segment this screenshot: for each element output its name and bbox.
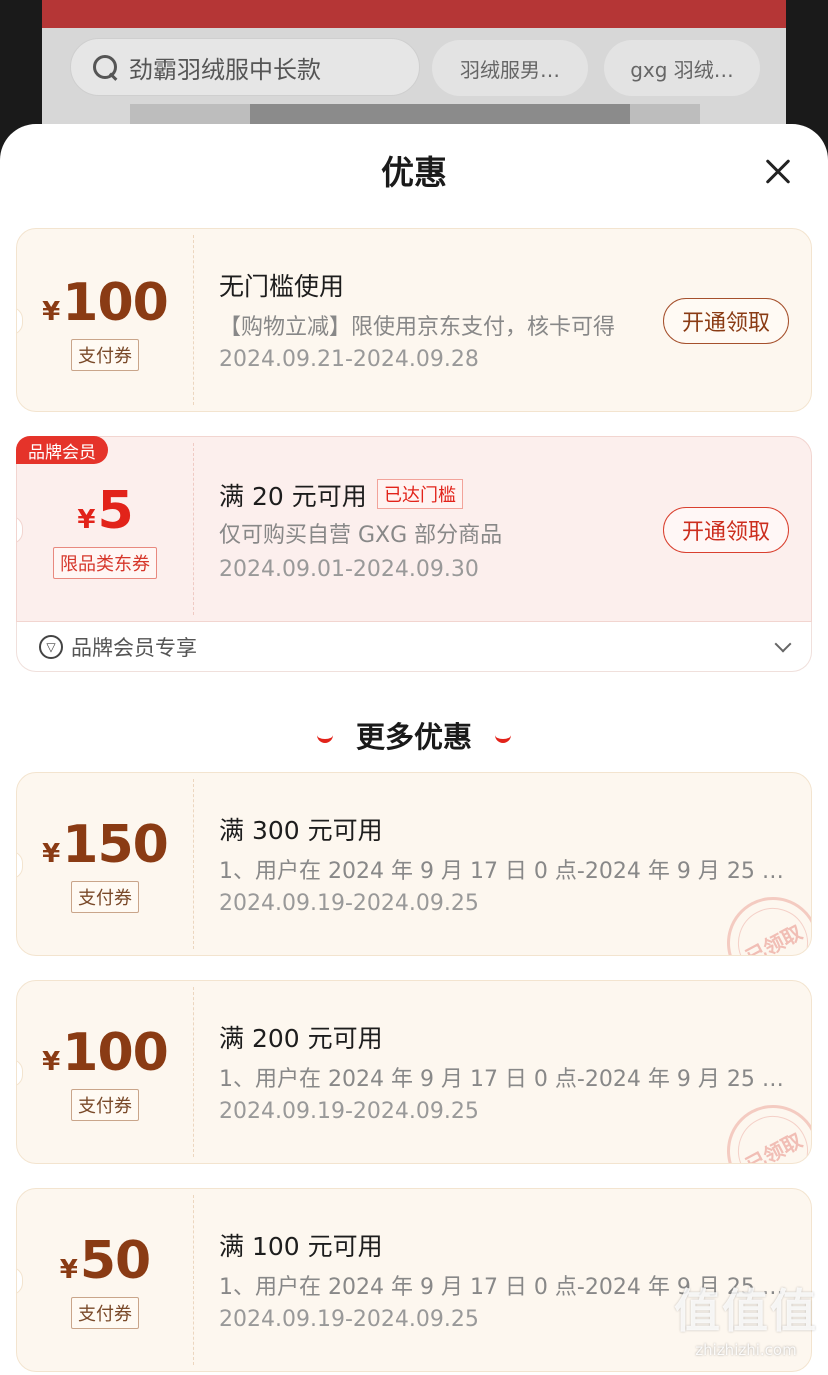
coupon-date: 2024.09.01-2024.09.30 — [219, 557, 479, 582]
smile-decoration-icon — [495, 735, 512, 743]
threshold-reached-badge: 已达门槛 — [377, 479, 463, 509]
coupon-date: 2024.09.19-2024.09.25 — [219, 1099, 479, 1124]
background-header — [42, 0, 786, 28]
coupon-title: 满 20 元可用 — [219, 482, 367, 511]
coupon-type-tag: 支付券 — [17, 339, 193, 371]
coupon-desc: 仅可购买自营 GXG 部分商品 — [219, 523, 503, 548]
coupon-amount: ¥150 — [42, 815, 169, 875]
smile-decoration-icon — [316, 735, 333, 743]
coupon-type-tag: 支付券 — [17, 1089, 193, 1121]
watermark-logo: 值值值 — [674, 1284, 818, 1338]
coupon-date: 2024.09.19-2024.09.25 — [219, 891, 479, 916]
claim-button[interactable]: 开通领取 — [663, 298, 789, 344]
coupon-desc: 【购物立减】限使用京东支付，核卡可得 — [219, 315, 616, 340]
coupon-type-tag: 支付券 — [17, 881, 193, 913]
member-v-icon: ▽ — [39, 635, 63, 659]
coupon-card: ¥150 支付券 满 300 元可用 1、用户在 2024 年 9 月 17 日… — [16, 772, 812, 956]
coupon-title: 满 200 元可用 — [219, 1024, 383, 1053]
search-icon — [91, 53, 119, 81]
coupon-amount: ¥100 — [42, 1023, 169, 1083]
coupon-type-tag: 支付券 — [17, 1297, 193, 1329]
brand-member-badge: 品牌会员 — [16, 436, 108, 464]
coupon-title: 无门槛使用 — [219, 272, 345, 301]
coupon-card: ¥100 支付券 无门槛使用 【购物立减】限使用京东支付，核卡可得 2024.0… — [16, 228, 812, 412]
site-watermark: 值值值 zhizhizhi.com — [674, 1275, 818, 1359]
coupon-desc: 1、用户在 2024 年 9 月 17 日 0 点-2024 年 9 月 25 … — [219, 1067, 799, 1092]
chevron-down-icon[interactable] — [774, 635, 792, 653]
member-exclusive-label: 品牌会员专享 — [71, 636, 197, 660]
background-search-text: 劲霸羽绒服中长款 — [129, 55, 321, 84]
coupon-desc: 1、用户在 2024 年 9 月 17 日 0 点-2024 年 9 月 25 … — [219, 859, 799, 884]
background-chip: gxg 羽绒… — [604, 40, 760, 96]
claimed-stamp: 已领取 — [710, 880, 811, 955]
more-offers-heading: 更多优惠 — [0, 714, 828, 756]
coupon-title: 满 300 元可用 — [219, 816, 383, 845]
coupon-amount: ¥100 — [42, 273, 169, 333]
background-chip: 羽绒服男… — [432, 40, 588, 96]
coupon-sheet: 优惠 ¥100 支付券 无门槛使用 【购物立减】限使用京东支付，核卡可得 202… — [0, 124, 828, 1375]
close-icon[interactable] — [760, 154, 796, 190]
coupon-card: ¥100 支付券 满 200 元可用 1、用户在 2024 年 9 月 17 日… — [16, 980, 812, 1164]
coupon-date: 2024.09.21-2024.09.28 — [219, 347, 479, 372]
watermark-url: zhizhizhi.com — [695, 1341, 797, 1359]
coupon-amount: ¥5 — [77, 481, 133, 541]
brand-member-exclusive-row[interactable]: ▽ 品牌会员专享 — [16, 622, 812, 672]
coupon-type-tag: 限品类东券 — [17, 547, 193, 579]
background-search-bar: 劲霸羽绒服中长款 — [70, 38, 420, 96]
coupon-card: ¥5 限品类东券 满 20 元可用 已达门槛 仅可购买自营 GXG 部分商品 2… — [16, 436, 812, 622]
coupon-amount: ¥50 — [59, 1231, 151, 1291]
coupon-title: 满 100 元可用 — [219, 1232, 383, 1261]
sheet-title: 优惠 — [381, 153, 447, 192]
coupon-date: 2024.09.19-2024.09.25 — [219, 1307, 479, 1332]
claimed-stamp: 已领取 — [710, 1088, 811, 1163]
claim-button[interactable]: 开通领取 — [663, 507, 789, 553]
